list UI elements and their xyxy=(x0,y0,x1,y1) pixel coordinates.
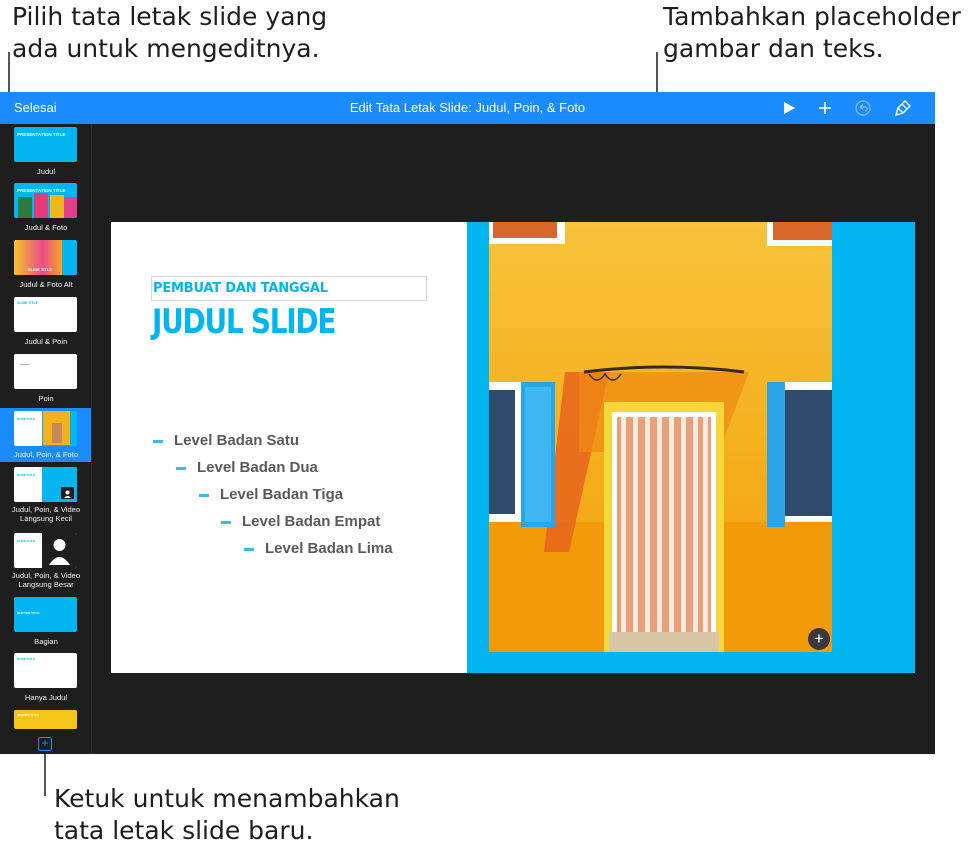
thumb-photo xyxy=(52,423,62,443)
bullet-level-5[interactable]: Level Badan Lima xyxy=(244,540,393,557)
photo-illustration xyxy=(489,222,832,652)
thumb-mini-text: SLIDE TITLE xyxy=(17,301,38,305)
bullet-text: Level Badan Satu xyxy=(174,432,300,449)
layout-item-label: Judul, Poin, & Video Langsung Kecil xyxy=(11,505,81,523)
plus-icon[interactable] xyxy=(813,96,837,120)
bullet-text: Level Badan Lima xyxy=(265,540,393,557)
layout-item-label: Judul & Foto Alt xyxy=(19,280,73,289)
layout-item-judul-foto-alt[interactable]: SLIDE TITLE Judul & Foto Alt xyxy=(0,237,91,294)
plus-square-icon[interactable]: + xyxy=(38,737,52,751)
bullet-level-1[interactable]: Level Badan Satu xyxy=(153,432,299,449)
callout-line: Pilih tata letak slide yang xyxy=(12,2,328,31)
plus-circle-icon[interactable]: + xyxy=(808,628,830,650)
bullet-text: Level Badan Empat xyxy=(242,513,381,530)
callout-add-layout: Ketuk untuk menambahkan tata letak slide… xyxy=(54,783,400,847)
layout-item-label: Judul, Poin, & Foto xyxy=(13,450,79,459)
keynote-app-window: Selesai Edit Tata Letak Slide: Judul, Po… xyxy=(0,92,935,754)
layout-thumbnail: SLIDE TITLE xyxy=(14,653,77,688)
bullet-text: Level Badan Dua xyxy=(197,459,318,476)
slide-canvas[interactable]: PEMBUAT DAN TANGGAL JUDUL SLIDE Level Ba… xyxy=(111,222,915,673)
bullet-dash xyxy=(244,547,254,551)
callout-line: gambar dan teks. xyxy=(663,34,884,63)
layout-item-hanya-judul[interactable]: SLIDE TITLE Hanya Judul xyxy=(0,650,91,707)
play-icon[interactable] xyxy=(777,96,801,120)
layout-item-bagian[interactable]: SECTION TITLE Bagian xyxy=(0,594,91,650)
thumb-mini-text: SLIDE TITLE xyxy=(17,657,35,661)
thumb-photo xyxy=(34,193,48,218)
toolbar: Selesai Edit Tata Letak Slide: Judul, Po… xyxy=(0,92,935,124)
layout-item-poin[interactable]: Poin xyxy=(0,351,91,408)
callout-line: Tambahkan placeholder xyxy=(663,2,961,31)
layout-sidebar: PRESENTATION TITLE Judul PRESENTATION TI… xyxy=(0,124,92,754)
layout-thumbnail xyxy=(14,354,77,389)
undo-icon[interactable] xyxy=(851,96,875,120)
thumb-mini-text: AGENDA TITLE xyxy=(17,713,40,717)
slide-subtitle[interactable]: PEMBUAT DAN TANGGAL xyxy=(153,281,328,296)
layout-item-label: Judul & Poin xyxy=(24,337,68,346)
thumb-mini-text: SLIDE TITLE xyxy=(17,417,35,421)
layout-thumbnail: SLIDE TITLE xyxy=(14,240,77,275)
layout-thumbnail: PRESENTATION TITLE xyxy=(14,183,77,218)
thumb-photo xyxy=(50,195,64,218)
layout-item-video-kecil[interactable]: SLIDE TITLE Judul, Poin, & Video Langsun… xyxy=(0,464,91,530)
thumb-mini-text: SLIDE TITLE xyxy=(17,539,35,543)
callout-choose-layout: Pilih tata letak slide yang ada untuk me… xyxy=(12,1,327,65)
layout-item-label: Judul & Foto xyxy=(24,223,68,232)
thumb-photo xyxy=(18,197,32,218)
leader-line xyxy=(44,752,46,796)
bullet-dash xyxy=(153,439,163,443)
layout-item-judul-poin-foto[interactable]: SLIDE TITLE Judul, Poin, & Foto xyxy=(0,408,91,462)
layout-thumbnail: AGENDA TITLE xyxy=(14,710,77,729)
photo-placeholder[interactable] xyxy=(489,222,832,652)
thumb-mini-text: PRESENTATION TITLE xyxy=(17,188,66,193)
layout-item-agenda[interactable]: AGENDA TITLE xyxy=(0,707,91,737)
thumb-mini-text: SECTION TITLE xyxy=(17,611,40,615)
thumb-video xyxy=(42,533,77,568)
layout-thumbnail: SECTION TITLE xyxy=(14,597,77,632)
layout-item-video-besar[interactable]: SLIDE TITLE Judul, Poin, & Video Langsun… xyxy=(0,530,91,594)
bullet-dash xyxy=(221,520,231,524)
layout-thumbnail: PRESENTATION TITLE xyxy=(14,127,77,162)
callout-line: tata letak slide baru. xyxy=(54,816,314,845)
slide-title[interactable]: JUDUL SLIDE xyxy=(152,302,336,342)
layout-item-judul[interactable]: PRESENTATION TITLE Judul xyxy=(0,124,91,180)
bullet-dash xyxy=(199,493,209,497)
thumb-photo xyxy=(64,197,77,218)
layout-item-label: Bagian xyxy=(34,637,58,646)
thumb-mini-text: PRESENTATION TITLE xyxy=(17,132,66,137)
thumb-line xyxy=(20,364,30,365)
layout-thumbnail: SLIDE TITLE xyxy=(14,533,77,568)
bullet-dash xyxy=(176,466,186,470)
bullet-level-3[interactable]: Level Badan Tiga xyxy=(199,486,343,503)
paintbrush-icon[interactable] xyxy=(891,96,915,120)
layout-thumbnail: SLIDE TITLE xyxy=(14,411,77,446)
layout-item-judul-foto[interactable]: PRESENTATION TITLE Judul & Foto xyxy=(0,180,91,237)
callout-line: ada untuk mengeditnya. xyxy=(12,34,320,63)
layout-item-label: Poin xyxy=(38,394,54,403)
callout-add-placeholder: Tambahkan placeholder gambar dan teks. xyxy=(663,1,961,65)
layout-item-label: Judul xyxy=(36,167,56,176)
layout-thumbnail: SLIDE TITLE xyxy=(14,467,77,502)
layout-item-label: Judul, Poin, & Video Langsung Besar xyxy=(11,571,81,589)
bullet-text: Level Badan Tiga xyxy=(220,486,344,503)
layout-thumbnail: SLIDE TITLE xyxy=(14,297,77,332)
bullet-level-2[interactable]: Level Badan Dua xyxy=(176,459,318,476)
layout-item-judul-poin[interactable]: SLIDE TITLE Judul & Poin xyxy=(0,294,91,351)
thumb-mini-text: SLIDE TITLE xyxy=(17,473,35,477)
callout-line: Ketuk untuk menambahkan xyxy=(54,784,400,813)
thumb-mini-text: SLIDE TITLE xyxy=(28,267,52,272)
bullet-level-4[interactable]: Level Badan Empat xyxy=(221,513,380,530)
thumb-video xyxy=(61,487,74,499)
layout-item-label: Hanya Judul xyxy=(24,693,68,702)
